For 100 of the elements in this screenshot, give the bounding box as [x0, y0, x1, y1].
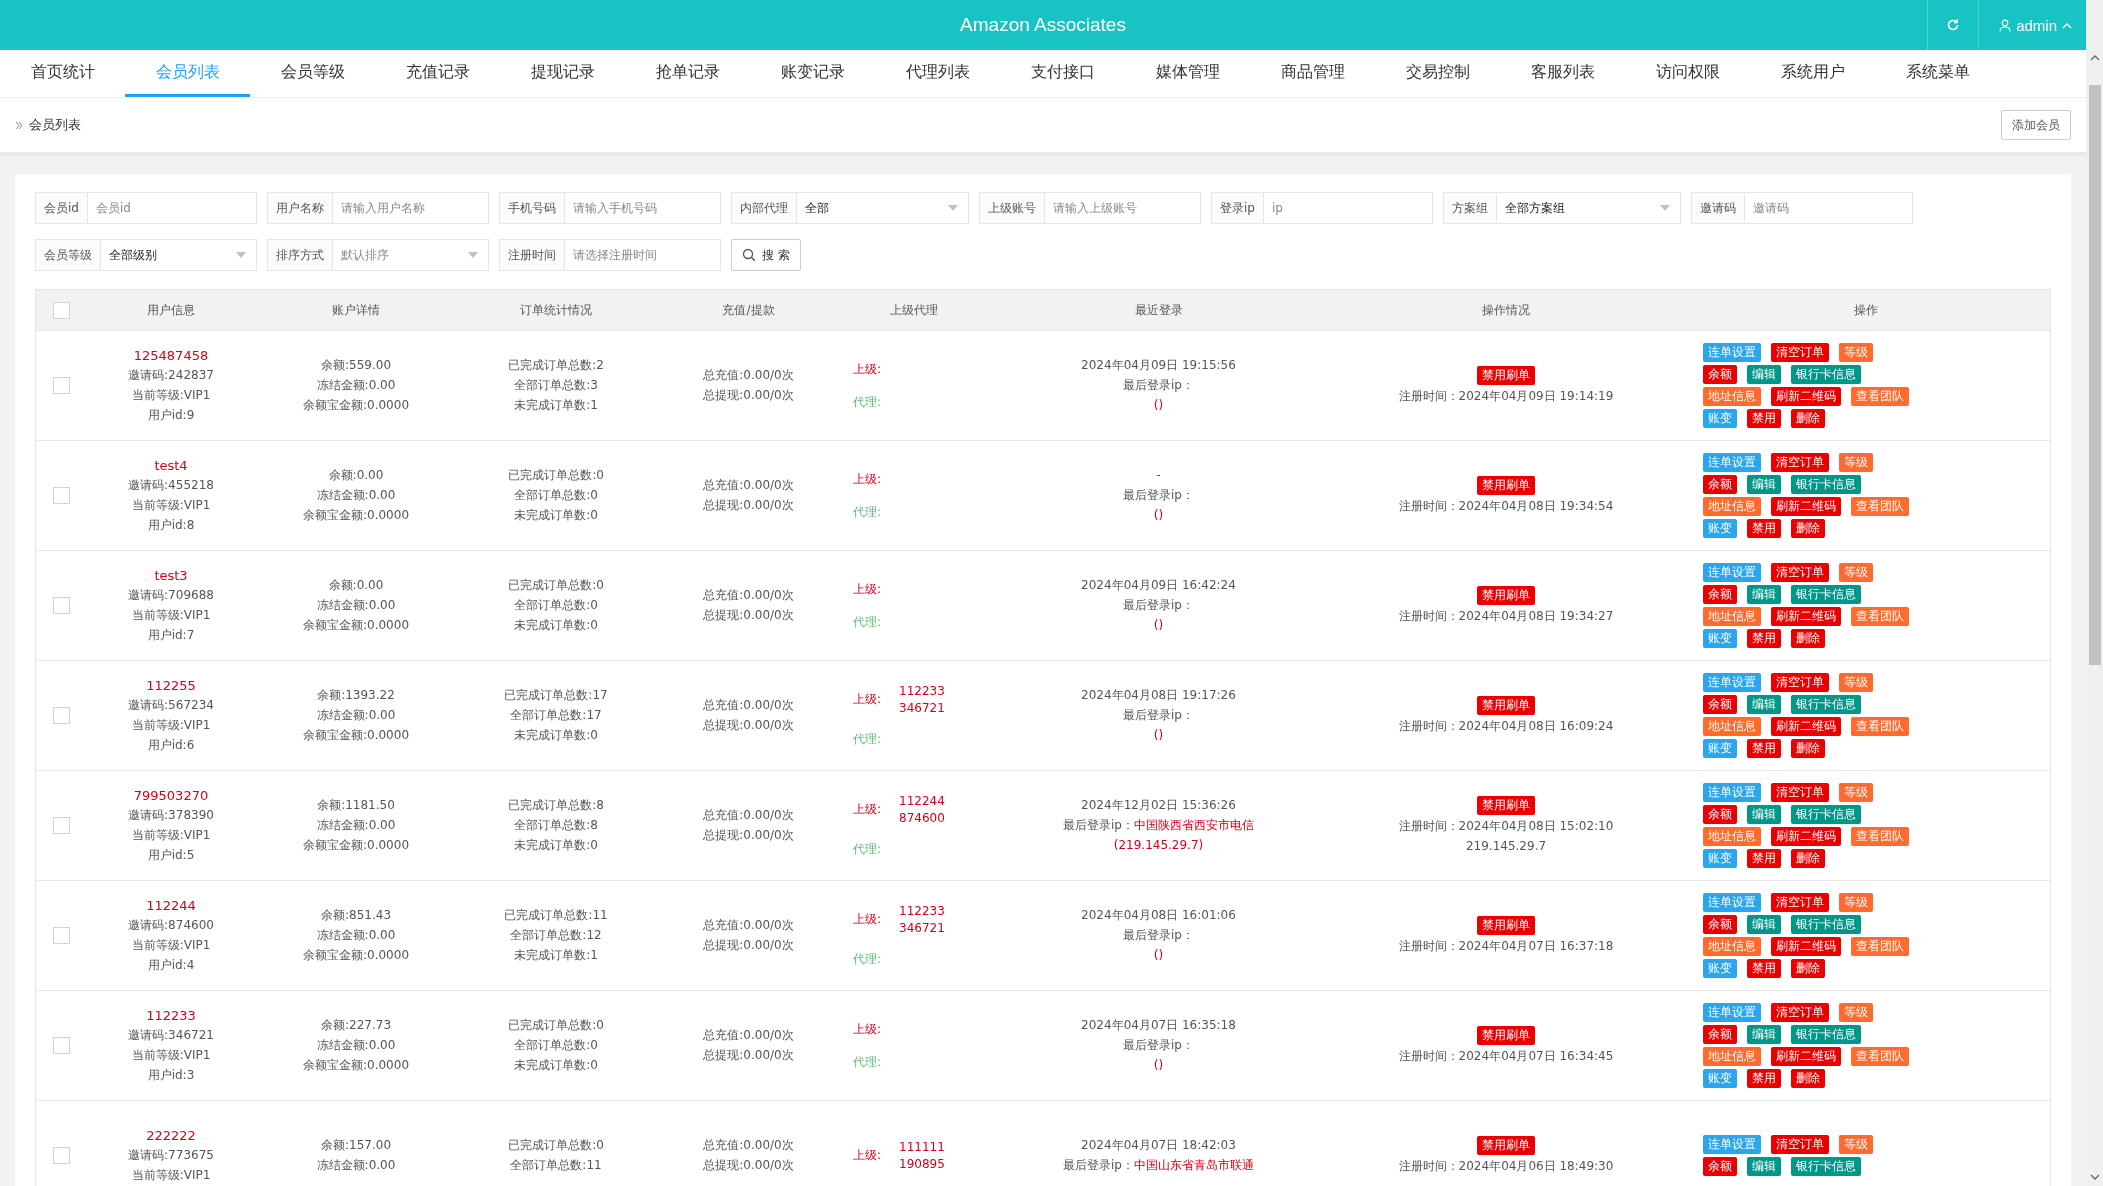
action-button[interactable]: 银行卡信息	[1791, 365, 1861, 384]
action-button[interactable]: 银行卡信息	[1791, 1025, 1861, 1044]
action-button[interactable]: 删除	[1791, 849, 1825, 868]
action-button[interactable]: 删除	[1791, 519, 1825, 538]
action-button[interactable]: 银行卡信息	[1791, 915, 1861, 934]
input-field[interactable]: ip	[1263, 192, 1433, 224]
row-checkbox[interactable]	[52, 377, 70, 394]
action-button[interactable]: 余额	[1703, 805, 1737, 824]
scroll-up-icon[interactable]	[2089, 55, 2100, 61]
action-button[interactable]: 编辑	[1747, 915, 1781, 934]
disable-orders-button[interactable]: 禁用刷单	[1477, 1026, 1535, 1045]
nav-tab[interactable]: 会员列表	[125, 50, 250, 97]
scroll-down-icon[interactable]	[2089, 1174, 2100, 1180]
nav-tab[interactable]: 系统用户	[1750, 50, 1875, 97]
action-button[interactable]: 清空订单	[1771, 1003, 1829, 1022]
nav-tab[interactable]: 交易控制	[1375, 50, 1500, 97]
action-button[interactable]: 账变	[1703, 739, 1737, 758]
input-field[interactable]: 请选择注册时间	[565, 239, 721, 271]
nav-tab[interactable]: 客服列表	[1500, 50, 1625, 97]
input-field[interactable]: 会员id	[87, 192, 257, 224]
action-button[interactable]: 等级	[1839, 673, 1873, 692]
select-field[interactable]: 全部级别	[101, 239, 257, 271]
nav-tab[interactable]: 抢单记录	[625, 50, 750, 97]
action-button[interactable]: 禁用	[1747, 739, 1781, 758]
action-button[interactable]: 银行卡信息	[1791, 475, 1861, 494]
nav-tab[interactable]: 充值记录	[375, 50, 500, 97]
action-button[interactable]: 地址信息	[1703, 827, 1761, 846]
action-button[interactable]: 刷新二维码	[1771, 827, 1841, 846]
action-button[interactable]: 连单设置	[1703, 343, 1761, 362]
nav-tab[interactable]: 系统菜单	[1875, 50, 2000, 97]
action-button[interactable]: 清空订单	[1771, 563, 1829, 582]
nav-tab[interactable]: 会员等级	[250, 50, 375, 97]
nav-tab[interactable]: 首页统计	[0, 50, 125, 97]
action-button[interactable]: 等级	[1839, 1135, 1873, 1154]
action-button[interactable]: 删除	[1791, 739, 1825, 758]
action-button[interactable]: 地址信息	[1703, 1047, 1761, 1066]
action-button[interactable]: 余额	[1703, 585, 1737, 604]
action-button[interactable]: 编辑	[1747, 585, 1781, 604]
action-button[interactable]: 连单设置	[1703, 783, 1761, 802]
action-button[interactable]: 地址信息	[1703, 717, 1761, 736]
action-button[interactable]: 余额	[1703, 915, 1737, 934]
action-button[interactable]: 账变	[1703, 519, 1737, 538]
select-all-checkbox[interactable]	[52, 301, 70, 319]
action-button[interactable]: 等级	[1839, 343, 1873, 362]
action-button[interactable]: 禁用	[1747, 629, 1781, 648]
action-button[interactable]: 编辑	[1747, 475, 1781, 494]
action-button[interactable]: 查看团队	[1851, 1047, 1909, 1066]
input-field[interactable]: 请输入用户名称	[333, 192, 489, 224]
action-button[interactable]: 清空订单	[1771, 673, 1829, 692]
action-button[interactable]: 余额	[1703, 365, 1737, 384]
action-button[interactable]: 连单设置	[1703, 563, 1761, 582]
action-button[interactable]: 银行卡信息	[1791, 805, 1861, 824]
action-button[interactable]: 刷新二维码	[1771, 387, 1841, 406]
action-button[interactable]: 删除	[1791, 629, 1825, 648]
search-button[interactable]: 搜 索	[731, 239, 801, 271]
action-button[interactable]: 编辑	[1747, 1157, 1781, 1176]
row-checkbox[interactable]	[52, 927, 70, 944]
action-button[interactable]: 删除	[1791, 959, 1825, 978]
action-button[interactable]: 等级	[1839, 783, 1873, 802]
action-button[interactable]: 地址信息	[1703, 607, 1761, 626]
row-checkbox[interactable]	[52, 817, 70, 834]
action-button[interactable]: 清空订单	[1771, 1135, 1829, 1154]
row-checkbox[interactable]	[52, 1037, 70, 1054]
disable-orders-button[interactable]: 禁用刷单	[1477, 796, 1535, 815]
nav-tab[interactable]: 商品管理	[1250, 50, 1375, 97]
action-button[interactable]: 银行卡信息	[1791, 695, 1861, 714]
action-button[interactable]: 地址信息	[1703, 387, 1761, 406]
action-button[interactable]: 账变	[1703, 629, 1737, 648]
disable-orders-button[interactable]: 禁用刷单	[1477, 696, 1535, 715]
action-button[interactable]: 银行卡信息	[1791, 1157, 1861, 1176]
nav-tab[interactable]: 访问权限	[1625, 50, 1750, 97]
action-button[interactable]: 禁用	[1747, 849, 1781, 868]
input-field[interactable]: 请输入上级账号	[1045, 192, 1201, 224]
action-button[interactable]: 刷新二维码	[1771, 497, 1841, 516]
action-button[interactable]: 余额	[1703, 695, 1737, 714]
add-member-button[interactable]: 添加会员	[2001, 110, 2071, 140]
action-button[interactable]: 查看团队	[1851, 497, 1909, 516]
action-button[interactable]: 删除	[1791, 1069, 1825, 1088]
action-button[interactable]: 余额	[1703, 1157, 1737, 1176]
action-button[interactable]: 账变	[1703, 1069, 1737, 1088]
nav-tab[interactable]: 支付接口	[1000, 50, 1125, 97]
action-button[interactable]: 禁用	[1747, 519, 1781, 538]
action-button[interactable]: 账变	[1703, 849, 1737, 868]
action-button[interactable]: 禁用	[1747, 959, 1781, 978]
action-button[interactable]: 清空订单	[1771, 893, 1829, 912]
action-button[interactable]: 刷新二维码	[1771, 607, 1841, 626]
select-field[interactable]: 全部方案组	[1497, 192, 1681, 224]
input-field[interactable]: 请输入手机号码	[565, 192, 721, 224]
action-button[interactable]: 查看团队	[1851, 607, 1909, 626]
action-button[interactable]: 地址信息	[1703, 497, 1761, 516]
select-field[interactable]: 默认排序	[333, 239, 489, 271]
action-button[interactable]: 等级	[1839, 453, 1873, 472]
action-button[interactable]: 连单设置	[1703, 893, 1761, 912]
action-button[interactable]: 查看团队	[1851, 827, 1909, 846]
action-button[interactable]: 银行卡信息	[1791, 585, 1861, 604]
row-checkbox[interactable]	[52, 487, 70, 504]
action-button[interactable]: 禁用	[1747, 1069, 1781, 1088]
action-button[interactable]: 账变	[1703, 959, 1737, 978]
action-button[interactable]: 查看团队	[1851, 937, 1909, 956]
action-button[interactable]: 刷新二维码	[1771, 1047, 1841, 1066]
